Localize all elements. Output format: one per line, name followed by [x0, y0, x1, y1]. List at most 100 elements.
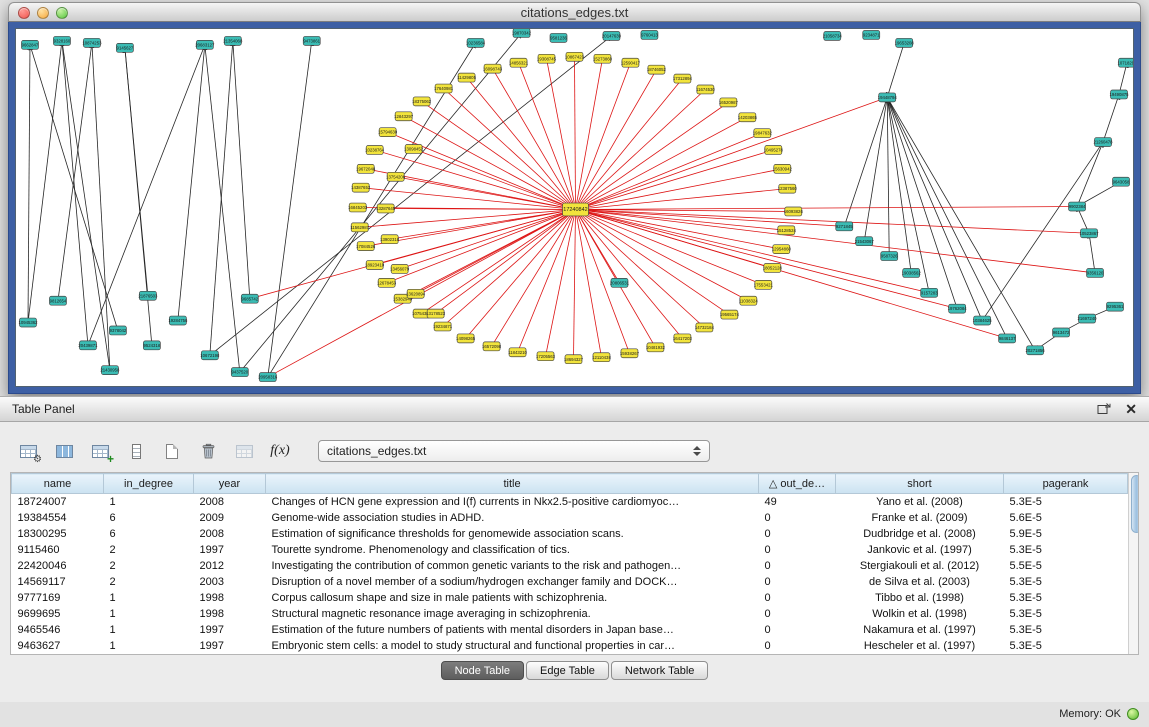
network-node[interactable]: 9581236	[550, 33, 567, 42]
network-node[interactable]: 19308745	[537, 54, 557, 63]
network-node[interactable]: 13098452	[404, 145, 424, 154]
network-node[interactable]: 19234871	[433, 322, 453, 331]
network-node[interactable]: 15630942	[773, 164, 793, 173]
network-node[interactable]: 15794630	[378, 128, 398, 137]
network-node[interactable]: 11843210	[508, 348, 527, 357]
network-node[interactable]: 9356120	[1087, 268, 1104, 277]
network-node[interactable]: 19490875	[1109, 90, 1129, 99]
network-node[interactable]: 10874253	[82, 38, 102, 47]
table-source-dropdown[interactable]: citations_edges.txt	[318, 440, 710, 462]
network-node[interactable]: 9234871	[863, 30, 880, 39]
network-node[interactable]: 20683127	[195, 40, 215, 49]
network-node[interactable]: 9812654	[49, 296, 66, 305]
network-node[interactable]: 11429805	[457, 73, 476, 82]
network-node[interactable]: 19847632	[753, 129, 773, 138]
network-node[interactable]: 17640981	[434, 84, 454, 93]
network-node[interactable]: 13754206	[386, 172, 406, 181]
zoom-window-button[interactable]	[56, 7, 68, 19]
network-node[interactable]: 13620894	[406, 289, 426, 298]
network-node[interactable]: 9846137	[999, 334, 1016, 343]
network-node[interactable]: 14098265	[456, 334, 476, 343]
minimize-window-button[interactable]	[37, 7, 49, 19]
network-node[interactable]: 9295361	[1107, 302, 1124, 311]
table-row[interactable]: 977716911998Corpus callosum shape and si…	[12, 590, 1128, 606]
network-node[interactable]: 19284756	[168, 316, 188, 325]
network-node[interactable]: 16098743	[483, 64, 503, 73]
network-node[interactable]: 10495278	[764, 146, 784, 155]
table-row[interactable]: 1456911722003Disruption of a novel membe…	[12, 574, 1128, 590]
network-node[interactable]: 21543067	[855, 237, 875, 246]
new-column-button[interactable]	[158, 438, 186, 464]
network-node[interactable]: 13456079	[390, 265, 410, 274]
network-node[interactable]: 9378042	[109, 326, 126, 335]
column-header[interactable]: title	[266, 474, 759, 494]
network-node[interactable]: 13287645	[376, 204, 396, 213]
network-node[interactable]: 18746052	[647, 65, 667, 74]
network-node[interactable]: 19038562	[902, 268, 922, 277]
network-node[interactable]: 11562987	[350, 223, 369, 232]
network-node[interactable]: 19565174	[720, 310, 740, 319]
network-node[interactable]: 18052128	[763, 264, 783, 273]
network-node[interactable]: 10238764	[365, 146, 385, 155]
network-node[interactable]: 12387560	[778, 184, 798, 193]
table-row[interactable]: 1938455462009Genome-wide association stu…	[12, 510, 1128, 526]
network-node[interactable]: 10384625	[973, 316, 993, 325]
network-node[interactable]: 12954860	[772, 245, 792, 254]
network-node[interactable]: 14732184	[695, 323, 715, 332]
network-node[interactable]: 18694327	[564, 355, 584, 364]
network-node[interactable]: 20958316	[258, 373, 278, 382]
column-header[interactable]: name	[12, 474, 104, 494]
import-table-button[interactable]: +	[86, 438, 114, 464]
float-panel-icon[interactable]	[1097, 403, 1111, 415]
network-node[interactable]: 9271845	[836, 222, 853, 231]
network-node[interactable]: 14856321	[509, 58, 529, 67]
function-builder-button[interactable]: f(x)	[266, 438, 294, 464]
network-node[interactable]: 20439871	[78, 341, 98, 350]
network-node[interactable]: 21876503	[138, 291, 158, 300]
network-node[interactable]: 10718293	[1117, 58, 1133, 67]
network-node[interactable]: 17205563	[536, 352, 556, 361]
network-node[interactable]: 9328160	[53, 36, 70, 45]
network-node[interactable]: 20806531	[610, 278, 630, 287]
network-node[interactable]: 17553421	[754, 280, 774, 289]
network-node[interactable]: 20271856	[1026, 346, 1046, 355]
network-node[interactable]: 10945362	[18, 318, 38, 327]
network-node[interactable]: 14387652	[351, 183, 371, 192]
network-node[interactable]: 9643058	[1113, 177, 1130, 186]
network-node[interactable]: 9760413	[641, 30, 658, 39]
tab-network-table[interactable]: Network Table	[611, 661, 709, 680]
merge-table-button[interactable]	[230, 438, 258, 464]
network-node[interactable]: 9662847	[21, 40, 38, 49]
network-node[interactable]: 10867423	[565, 52, 585, 61]
network-node[interactable]: 19448794	[878, 93, 898, 102]
network-node[interactable]: 17312894	[673, 74, 693, 83]
show-columns-button[interactable]	[50, 438, 78, 464]
network-node[interactable]: 9685742	[241, 294, 258, 303]
network-node[interactable]: 12843297	[394, 112, 414, 121]
network-node[interactable]: 10236584	[466, 38, 486, 47]
column-header[interactable]: in_degree	[104, 474, 194, 494]
network-node[interactable]: 19653208	[895, 38, 915, 47]
table-row[interactable]: 969969511998Structural magnetic resonanc…	[12, 606, 1128, 622]
network-node[interactable]: 9145627	[116, 43, 133, 52]
window-titlebar[interactable]: citations_edges.txt	[8, 2, 1141, 22]
network-node[interactable]: 19870342	[512, 29, 532, 37]
network-node[interactable]: 15273860	[593, 54, 613, 63]
network-node[interactable]: 18375062	[412, 97, 432, 106]
column-header[interactable]: year	[194, 474, 266, 494]
network-node[interactable]: 16093826	[784, 207, 804, 216]
network-node[interactable]: 9613472	[1053, 328, 1070, 337]
close-window-button[interactable]	[18, 7, 30, 19]
network-node[interactable]: 9473861	[303, 36, 320, 45]
network-node[interactable]: 14203865	[738, 113, 758, 122]
table-row[interactable]: 946554611997Estimation of the future num…	[12, 622, 1128, 638]
tab-edge-table[interactable]: Edge Table	[526, 661, 609, 680]
network-node[interactable]: 9437520	[231, 368, 248, 377]
network-node[interactable]: 9902384	[1069, 202, 1086, 211]
network-node[interactable]: 16845203	[348, 203, 368, 212]
network-canvas[interactable]: 16093826 15128524 12954860 18052128 17553421…	[16, 29, 1133, 386]
network-node[interactable]: 11674530	[696, 85, 715, 94]
network-node[interactable]: 15128524	[777, 226, 797, 235]
table-row[interactable]: 1830029562008Estimation of significance …	[12, 526, 1128, 542]
network-node[interactable]: 16520987	[719, 98, 739, 107]
